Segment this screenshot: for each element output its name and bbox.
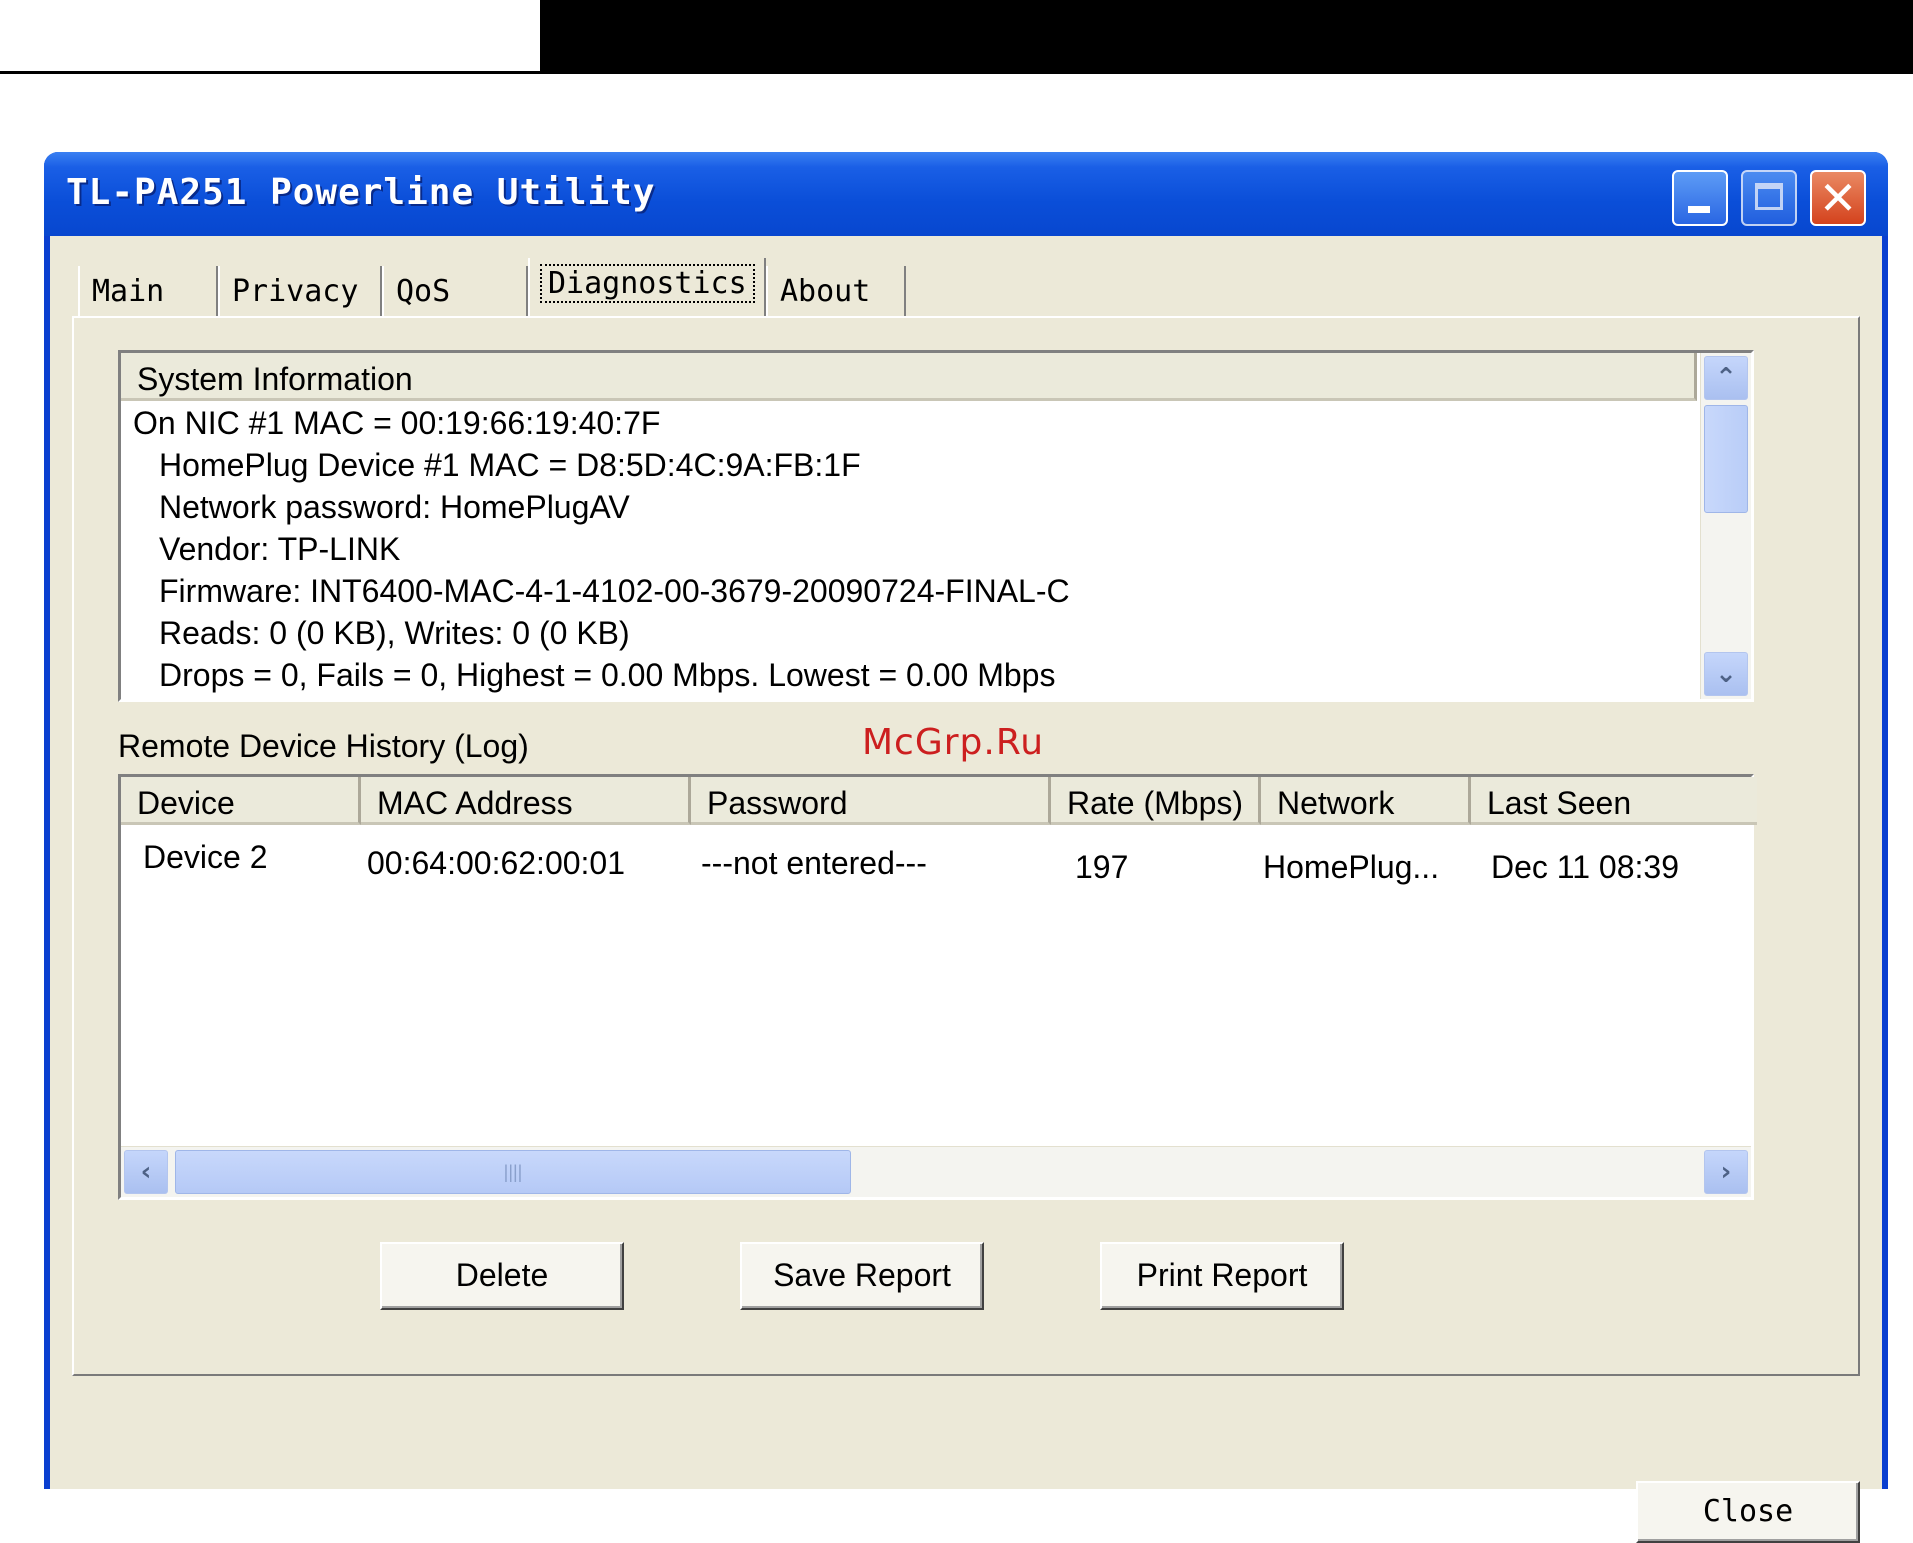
sysinfo-line: Firmware: INT6400-MAC-4-1-4102-00-3679-2… xyxy=(159,573,1070,609)
chevron-up-icon: ⌃ xyxy=(1715,363,1737,393)
cell-password: ---not entered--- xyxy=(701,845,927,881)
tab-qos[interactable]: QoS xyxy=(382,266,528,318)
cell-mac: 00:64:00:62:00:01 xyxy=(367,845,626,881)
maximize-icon xyxy=(1755,183,1783,210)
tab-diagnostics[interactable]: Diagnostics xyxy=(528,258,766,316)
system-info-header[interactable]: System Information xyxy=(121,353,1697,401)
scroll-right-button[interactable]: › xyxy=(1704,1150,1748,1194)
page-header-bar xyxy=(540,0,1913,71)
minimize-icon xyxy=(1688,206,1710,213)
cell-device: Device 2 xyxy=(143,839,268,875)
tab-label: Main xyxy=(92,274,165,309)
cell-network: HomePlug... xyxy=(1263,849,1440,885)
window-client-area: Main Privacy QoS Diagnostics About Syste… xyxy=(50,236,1882,1543)
close-window-button[interactable]: ✕ xyxy=(1810,170,1866,226)
sysinfo-line: On NIC #1 MAC = 00:19:66:19:40:7F xyxy=(133,405,661,441)
vscroll-thumb[interactable] xyxy=(1704,405,1748,513)
diagnostics-panel: System Information On NIC #1 MAC = 00:19… xyxy=(72,316,1860,1376)
scroll-left-button[interactable]: ‹ xyxy=(124,1150,168,1194)
sysinfo-line: HomePlug Device #1 MAC = D8:5D:4C:9A:FB:… xyxy=(159,447,861,483)
tab-label: QoS xyxy=(396,274,451,309)
tab-about[interactable]: About xyxy=(766,266,906,318)
column-header-rate[interactable]: Rate (Mbps) xyxy=(1051,777,1261,825)
cell-last-seen: Dec 11 08:39 xyxy=(1491,849,1679,885)
system-info-list[interactable]: System Information On NIC #1 MAC = 00:19… xyxy=(118,350,1754,702)
cell-rate: 197 xyxy=(1075,849,1129,885)
sysinfo-line: Drops = 0, Fails = 0, Highest = 0.00 Mbp… xyxy=(159,657,1056,693)
close-icon: ✕ xyxy=(1818,171,1858,225)
watermark-text: McGrp.Ru xyxy=(862,722,1045,763)
app-window: TL-PA251 Powerline Utility ✕ Main Privac… xyxy=(44,152,1888,1543)
page-header-rule xyxy=(0,71,1913,74)
sysinfo-line: Reads: 0 (0 KB), Writes: 0 (0 KB) xyxy=(159,615,630,651)
column-header-mac[interactable]: MAC Address xyxy=(361,777,691,825)
column-header-device[interactable]: Device xyxy=(121,777,361,825)
column-header-last-seen[interactable]: Last Seen xyxy=(1471,777,1757,825)
delete-button[interactable]: Delete xyxy=(380,1242,624,1310)
chevron-left-icon: ‹ xyxy=(140,1157,152,1187)
minimize-button[interactable] xyxy=(1672,170,1728,226)
tab-label: Privacy xyxy=(232,274,359,309)
tab-label: Diagnostics xyxy=(540,264,755,303)
maximize-button[interactable] xyxy=(1741,170,1797,226)
history-label: Remote Device History (Log) xyxy=(118,728,529,764)
save-report-button[interactable]: Save Report xyxy=(740,1242,984,1310)
system-info-vscrollbar[interactable]: ⌃ ⌄ xyxy=(1700,353,1751,699)
chevron-down-icon: ⌄ xyxy=(1715,659,1737,689)
column-header-network[interactable]: Network xyxy=(1261,777,1471,825)
scroll-up-button[interactable]: ⌃ xyxy=(1704,356,1748,400)
title-bar[interactable]: TL-PA251 Powerline Utility ✕ xyxy=(44,152,1888,236)
column-header-password[interactable]: Password xyxy=(691,777,1051,825)
close-button[interactable]: Close xyxy=(1636,1481,1860,1543)
sysinfo-line: Vendor: TP-LINK xyxy=(159,531,401,567)
history-table[interactable]: Device MAC Address Password Rate (Mbps) … xyxy=(118,774,1757,1200)
chevron-right-icon: › xyxy=(1720,1157,1732,1187)
window-title: TL-PA251 Powerline Utility xyxy=(66,172,656,213)
tab-privacy[interactable]: Privacy xyxy=(218,266,382,318)
sysinfo-line: Network password: HomePlugAV xyxy=(159,489,630,525)
tab-label: About xyxy=(780,274,871,309)
scroll-down-button[interactable]: ⌄ xyxy=(1704,652,1748,696)
print-report-button[interactable]: Print Report xyxy=(1100,1242,1344,1310)
history-hscrollbar[interactable]: ‹ |||| › xyxy=(121,1146,1751,1197)
tab-main[interactable]: Main xyxy=(78,266,218,318)
hscroll-thumb[interactable]: |||| xyxy=(175,1150,851,1194)
